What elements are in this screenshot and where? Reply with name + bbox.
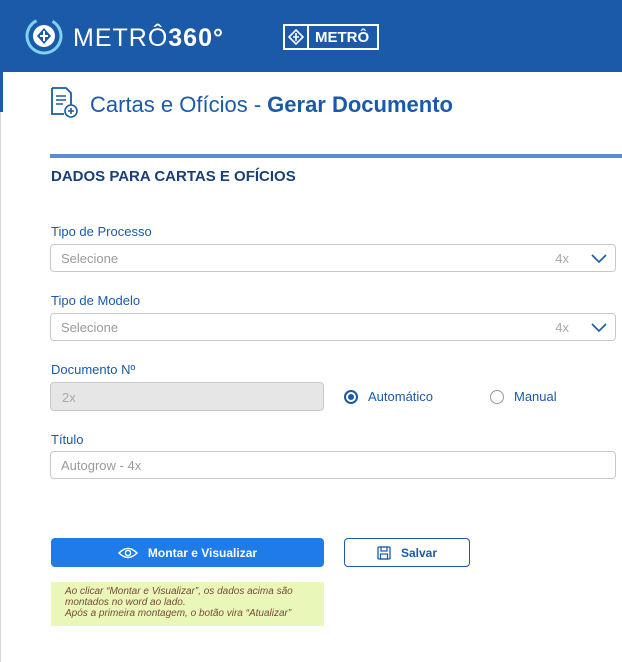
tipo-modelo-select[interactable]: Selecione 4x — [50, 313, 616, 341]
info-note: Ao clicar “Montar e Visualizar”, os dado… — [51, 582, 324, 626]
brand-suffix: 360° — [168, 24, 224, 52]
montar-visualizar-button[interactable]: Montar e Visualizar — [51, 538, 324, 567]
metro-arrow-icon — [285, 26, 309, 48]
chevron-down-icon — [589, 318, 609, 339]
titulo-input[interactable]: Autogrow - 4x — [50, 451, 616, 479]
titulo-placeholder: Autogrow - 4x — [61, 458, 142, 473]
title-bold: Gerar Documento — [267, 91, 453, 117]
eye-icon — [117, 547, 138, 559]
section-divider — [50, 154, 622, 158]
titulo-label: Título — [51, 432, 84, 447]
page-title: Cartas e Ofícios - Gerar Documento — [50, 86, 453, 123]
salvar-button[interactable]: Salvar — [344, 538, 470, 567]
top-bar: METRÔ360° METRÔ — [0, 0, 622, 72]
title-prefix: Cartas e Ofícios - — [90, 91, 262, 117]
brand-prefix: METRÔ — [73, 24, 169, 52]
salvar-label: Salvar — [400, 545, 438, 560]
tipo-modelo-hint: 4x — [555, 320, 569, 335]
tipo-modelo-value: Selecione — [61, 320, 119, 335]
radio-automatico[interactable]: Automático — [344, 389, 433, 404]
radio-manual-label: Manual — [514, 389, 557, 404]
badge-label: METRÔ — [315, 28, 370, 46]
documento-number-value: 2x — [62, 390, 76, 405]
save-icon — [377, 545, 391, 560]
note-line: Após a primeira montagem, o botão vira “… — [65, 608, 292, 619]
section-title: DADOS PARA CARTAS E OFÍCIOS — [51, 168, 296, 185]
documento-label: Documento Nº — [51, 362, 136, 377]
metro360-logo[interactable]: METRÔ360° — [24, 16, 224, 61]
documento-number-field: 2x — [50, 382, 324, 411]
note-line: montados no word ao lado. — [65, 597, 186, 608]
tipo-processo-select[interactable]: Selecione 4x — [50, 244, 616, 272]
sidebar-edge — [0, 72, 3, 112]
note-line: Ao clicar “Montar e Visualizar”, os dado… — [65, 586, 293, 597]
left-border — [0, 112, 1, 662]
metro-symbol-icon — [24, 16, 64, 61]
tipo-modelo-label: Tipo de Modelo — [51, 293, 141, 308]
metro-badge: METRÔ — [283, 24, 379, 50]
radio-automatico-label: Automático — [368, 389, 434, 404]
tipo-processo-hint: 4x — [555, 251, 569, 266]
montar-visualizar-label: Montar e Visualizar — [147, 545, 258, 560]
chevron-down-icon — [589, 249, 609, 270]
radio-selected-icon — [344, 389, 358, 404]
tipo-processo-label: Tipo de Processo — [51, 224, 152, 239]
radio-unselected-icon — [490, 389, 504, 404]
tipo-processo-value: Selecione — [61, 251, 119, 266]
document-add-icon — [50, 86, 78, 123]
radio-manual[interactable]: Manual — [490, 389, 557, 404]
